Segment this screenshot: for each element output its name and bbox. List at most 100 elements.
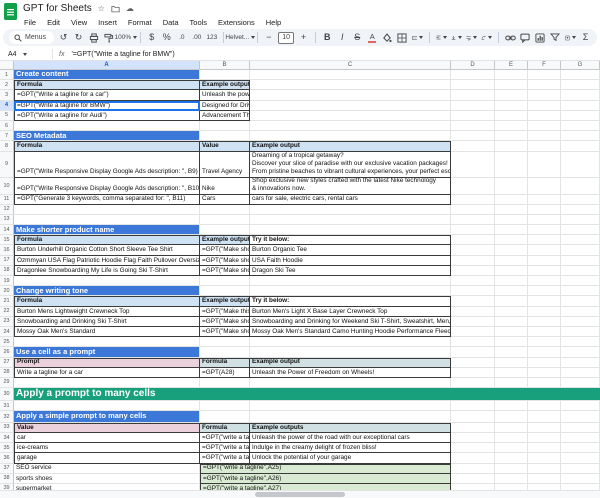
row-header-4[interactable]: 4 [0, 101, 14, 111]
strikethrough-button[interactable]: S [352, 31, 363, 44]
cell-C7[interactable] [250, 131, 451, 141]
cell-G9[interactable] [561, 152, 600, 178]
cell-D11[interactable] [451, 195, 495, 205]
cell-G24[interactable] [561, 327, 600, 337]
cell-D34[interactable] [451, 433, 495, 443]
cell-E1[interactable] [495, 70, 528, 80]
cell-E20[interactable] [495, 286, 528, 296]
cell-E18[interactable] [495, 266, 528, 276]
row-header-15[interactable]: 15 [0, 235, 14, 245]
cell-F38[interactable] [528, 474, 561, 484]
cell-A17[interactable]: Ozmmyan USA Flag Patriotic Hoodie Flag F… [14, 256, 200, 266]
cell-A38[interactable]: sports shoes [14, 474, 200, 484]
cell-B20[interactable] [200, 286, 250, 296]
row-header-7[interactable]: 7 [0, 131, 14, 141]
cell-G5[interactable] [561, 111, 600, 121]
cell-A37[interactable]: SEO service [14, 464, 200, 474]
cell-F20[interactable] [528, 286, 561, 296]
column-header-B[interactable]: B [200, 61, 250, 70]
cell-B19[interactable] [200, 276, 250, 286]
cell-B38[interactable]: =GPT("write a tagline",A26) [200, 474, 451, 484]
row-header-23[interactable]: 23 [0, 317, 14, 327]
format-currency-button[interactable]: $ [146, 31, 157, 44]
decrease-font-size-button[interactable]: − [263, 31, 274, 44]
cell-C35[interactable]: Indulge in the creamy delight of frozen … [250, 443, 451, 453]
increase-decimal-button[interactable]: .00 [191, 31, 202, 44]
cell-A25[interactable] [14, 337, 200, 347]
cell-B25[interactable] [200, 337, 250, 347]
cell-A13[interactable] [14, 215, 200, 225]
cell-B24[interactable]: =GPT("Make shorte [200, 327, 250, 337]
cell-F10[interactable] [528, 178, 561, 195]
cell-F22[interactable] [528, 307, 561, 317]
cell-A6[interactable] [14, 121, 200, 131]
cell-D38[interactable] [451, 474, 495, 484]
cell-F23[interactable] [528, 317, 561, 327]
cell-E17[interactable] [495, 256, 528, 266]
cell-D29[interactable] [451, 378, 495, 388]
cell-A3[interactable]: =GPT("Write a tagline for a car") [14, 90, 200, 100]
row-header-37[interactable]: 37 [0, 464, 14, 474]
cell-G16[interactable] [561, 245, 600, 255]
cell-C4[interactable] [250, 101, 451, 111]
cell-E12[interactable] [495, 205, 528, 215]
italic-button[interactable]: I [337, 31, 348, 44]
cell-G13[interactable] [561, 215, 600, 225]
cell-G25[interactable] [561, 337, 600, 347]
cell-A1[interactable]: Create content [14, 70, 200, 80]
row-header-31[interactable]: 31 [0, 401, 14, 411]
cell-B31[interactable] [200, 401, 250, 411]
cell-A12[interactable] [14, 205, 200, 215]
bold-button[interactable]: B [322, 31, 333, 44]
cell-D32[interactable] [451, 411, 495, 423]
cell-F37[interactable] [528, 464, 561, 474]
column-header-E[interactable]: E [495, 61, 528, 70]
cell-E24[interactable] [495, 327, 528, 337]
cell-B23[interactable]: =GPT("Make shorte [200, 317, 250, 327]
cell-B3[interactable]: Unleash the power of motion. [200, 90, 250, 100]
cell-F17[interactable] [528, 256, 561, 266]
cell-A26[interactable]: Use a cell as a prompt [14, 347, 200, 357]
cell-C26[interactable] [250, 347, 451, 357]
cell-C31[interactable] [250, 401, 451, 411]
cell-G28[interactable] [561, 368, 600, 378]
cell-A18[interactable]: Dragonlee Snowboarding My Life is Going … [14, 266, 200, 276]
row-header-13[interactable]: 13 [0, 215, 14, 225]
cell-D20[interactable] [451, 286, 495, 296]
cell-E29[interactable] [495, 378, 528, 388]
cell-E38[interactable] [495, 474, 528, 484]
cell-F28[interactable] [528, 368, 561, 378]
cell-D14[interactable] [451, 225, 495, 235]
cell-A31[interactable] [14, 401, 200, 411]
cell-G32[interactable] [561, 411, 600, 423]
cell-F24[interactable] [528, 327, 561, 337]
cell-G31[interactable] [561, 401, 600, 411]
cell-D22[interactable] [451, 307, 495, 317]
cell-B16[interactable]: =GPT("Make shorte [200, 245, 250, 255]
cell-E14[interactable] [495, 225, 528, 235]
cell-D25[interactable] [451, 337, 495, 347]
cell-G34[interactable] [561, 433, 600, 443]
cell-D26[interactable] [451, 347, 495, 357]
cell-E19[interactable] [495, 276, 528, 286]
cell-D1[interactable] [451, 70, 495, 80]
cell-E10[interactable] [495, 178, 528, 195]
cell-G12[interactable] [561, 205, 600, 215]
cell-E2[interactable] [495, 80, 528, 90]
undo-button[interactable]: ↺ [58, 31, 69, 44]
cell-C29[interactable] [250, 378, 451, 388]
row-header-18[interactable]: 18 [0, 266, 14, 276]
cell-F34[interactable] [528, 433, 561, 443]
cell-G1[interactable] [561, 70, 600, 80]
menu-help[interactable]: Help [265, 18, 282, 27]
cell-B4[interactable]: Designed for Driving Pleasure [200, 101, 250, 111]
cell-F3[interactable] [528, 90, 561, 100]
cloud-saved-icon[interactable]: ☁ [126, 5, 134, 13]
cell-A20[interactable]: Change writing tone [14, 286, 200, 296]
cell-G35[interactable] [561, 443, 600, 453]
cell-E9[interactable] [495, 152, 528, 178]
insert-comment-button[interactable] [520, 31, 531, 44]
menus-search-button[interactable]: Menus [9, 31, 54, 44]
cell-C2[interactable] [250, 80, 451, 90]
cell-D31[interactable] [451, 401, 495, 411]
